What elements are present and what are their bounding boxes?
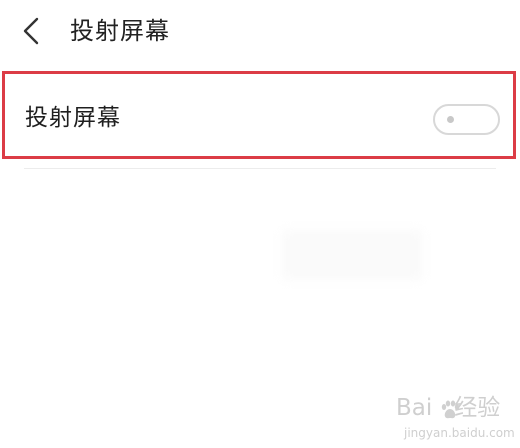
watermark-sub: jingyan.baidu.com — [404, 426, 515, 440]
cast-screen-setting-row[interactable]: 投射屏幕 — [2, 71, 516, 159]
row-divider — [24, 168, 496, 169]
page-title: 投射屏幕 — [70, 17, 170, 45]
background-artifact — [282, 230, 422, 280]
back-button[interactable] — [14, 12, 48, 50]
watermark-main-prefix: Bai — [396, 395, 433, 421]
cast-screen-label: 投射屏幕 — [25, 105, 121, 131]
watermark: Bai 经验 jingyan.baidu.com — [392, 392, 516, 444]
watermark-main-suffix: 经验 — [454, 395, 501, 421]
top-bar: 投射屏幕 — [0, 0, 520, 66]
paw-icon — [441, 400, 460, 419]
toggle-knob — [447, 116, 454, 123]
cast-screen-toggle[interactable] — [433, 104, 500, 135]
chevron-left-icon — [23, 17, 39, 45]
